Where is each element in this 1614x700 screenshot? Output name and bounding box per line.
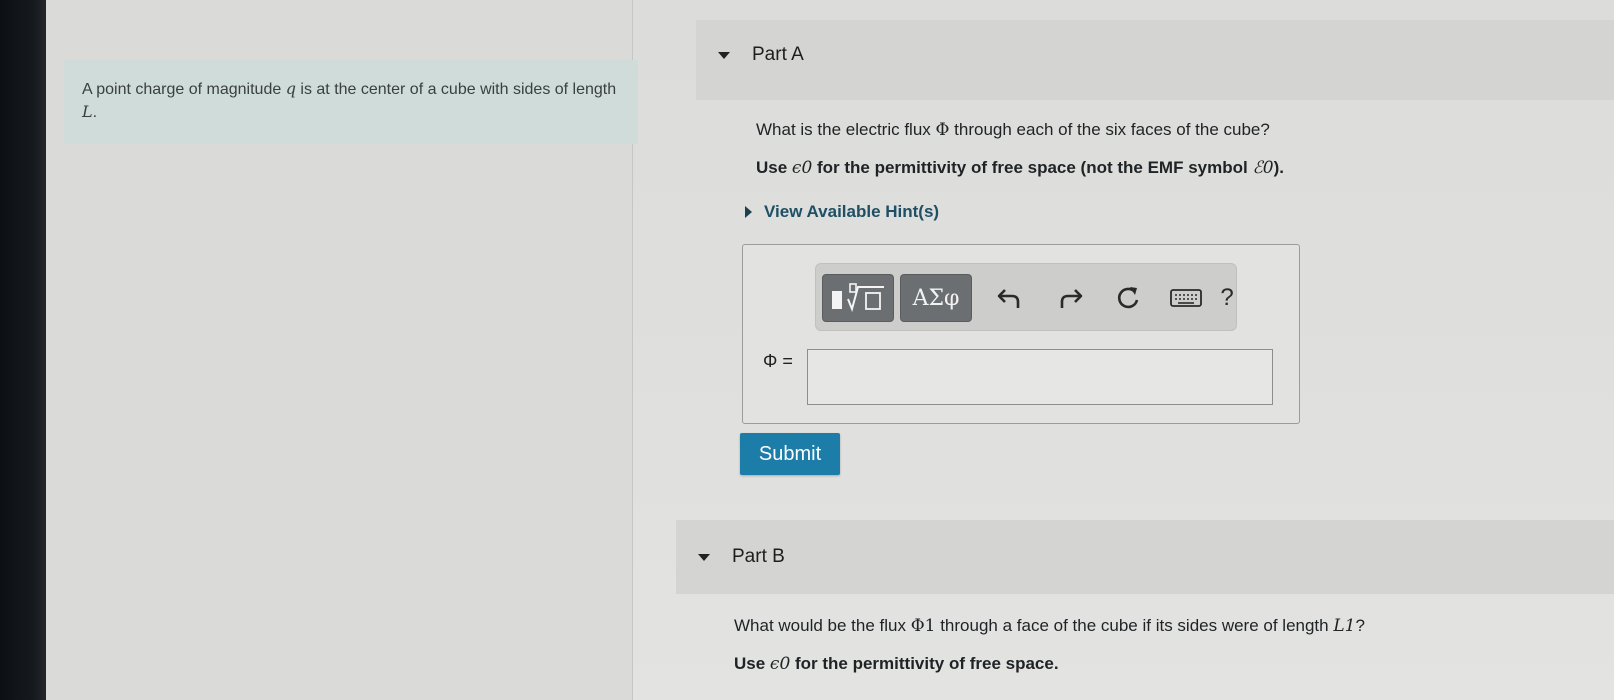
answer-label: Φ = — [763, 351, 793, 371]
problem-intro: A point charge of magnitude q is at the … — [64, 60, 638, 144]
part-b-question-end: ? — [1355, 616, 1365, 635]
answer-input[interactable] — [807, 349, 1273, 405]
collapse-caret-icon[interactable] — [698, 553, 710, 561]
undo-button[interactable] — [990, 278, 1030, 318]
part-a-instruction-middle: for the permittivity of free space (not … — [812, 158, 1253, 177]
part-a-question-end: through each of the six faces of the cub… — [949, 120, 1270, 139]
part-a-instruction-start: Use — [756, 158, 792, 177]
expand-caret-icon — [745, 206, 752, 218]
part-b-header[interactable]: Part B — [676, 520, 1614, 594]
redo-button[interactable] — [1050, 278, 1090, 318]
part-b-question-middle: through a face of the cube if its sides … — [935, 616, 1334, 635]
view-hints-link[interactable]: View Available Hint(s) — [745, 202, 939, 222]
part-a-title: Part A — [752, 44, 804, 65]
part-a-instruction-end: ). — [1273, 158, 1284, 177]
help-button[interactable]: ? — [1212, 278, 1242, 318]
part-a-instruction: Use ϵ0 for the permittivity of free spac… — [756, 158, 1284, 178]
epsilon-zero-symbol: ϵ0 — [791, 158, 813, 178]
emf-symbol: ℰ0 — [1252, 158, 1274, 178]
part-b-instruction: Use ϵ0 for the permittivity of free spac… — [734, 654, 1059, 674]
phi-symbol: Φ — [935, 120, 950, 140]
var-q: q — [285, 79, 296, 98]
screen-bezel — [0, 0, 46, 700]
undo-icon — [997, 289, 1020, 308]
reset-icon — [1117, 287, 1139, 309]
part-b-question-start: What would be the flux — [734, 616, 911, 635]
part-b-instruction-end: for the permittivity of free space. — [790, 654, 1059, 673]
var-L: L — [82, 102, 93, 121]
epsilon-zero-symbol: ϵ0 — [769, 654, 791, 674]
submit-button[interactable]: Submit — [740, 433, 840, 475]
reset-button[interactable] — [1108, 278, 1148, 318]
greek-symbols-button[interactable]: ΑΣφ — [900, 274, 972, 322]
part-a-header[interactable]: Part A — [696, 20, 1614, 100]
part-b-question: What would be the flux Φ1 through a face… — [734, 616, 1365, 636]
view-hints-label: View Available Hint(s) — [764, 202, 940, 221]
answer-box: ΑΣφ ? Φ = — [742, 244, 1300, 424]
part-a-question: What is the electric flux Φ through each… — [756, 120, 1270, 140]
part-b-title: Part B — [732, 546, 785, 567]
part-a-question-start: What is the electric flux — [756, 120, 936, 139]
keyboard-button[interactable] — [1166, 278, 1206, 318]
phi-one-symbol: Φ1 — [910, 616, 936, 636]
part-b-instruction-start: Use — [734, 654, 770, 673]
var-L1: L1 — [1333, 616, 1356, 636]
collapse-caret-icon[interactable] — [718, 51, 730, 59]
redo-icon — [1060, 289, 1083, 308]
math-toolbar: ΑΣφ ? — [815, 263, 1237, 331]
templates-icon — [832, 283, 884, 313]
intro-text-end: . — [92, 104, 98, 121]
keyboard-icon — [1170, 289, 1202, 307]
templates-button[interactable] — [822, 274, 894, 322]
intro-text-start: A point charge of magnitude — [82, 81, 286, 98]
intro-text-middle: is at the center of a cube with sides of… — [295, 81, 617, 98]
